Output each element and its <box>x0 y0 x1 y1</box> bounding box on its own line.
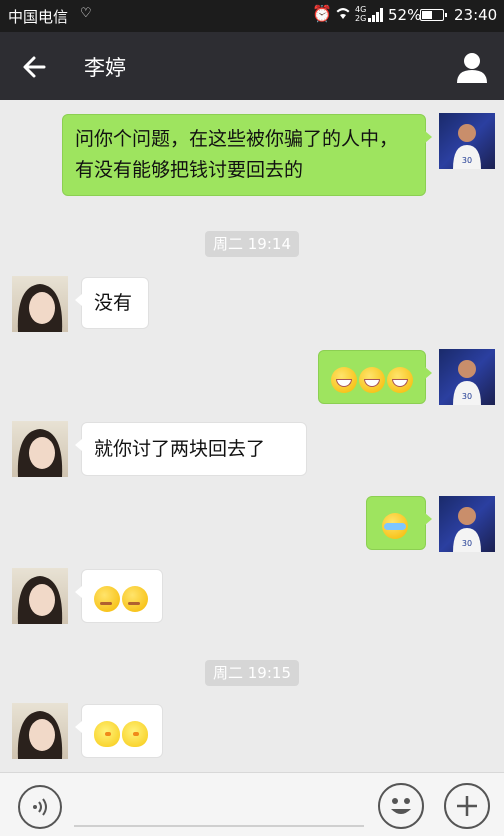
status-bar: 中国电信 ♡ ⏰ 4G 2G 52% 23:40 <box>0 0 504 32</box>
battery-percentage: 52% <box>388 6 422 24</box>
alarm-icon: ⏰ <box>312 4 332 23</box>
smug-emoji <box>94 585 120 612</box>
my-avatar[interactable]: 30 <box>439 496 495 552</box>
message-bubble[interactable] <box>366 496 432 550</box>
input-bar <box>0 772 504 836</box>
message-bubble[interactable] <box>75 704 163 758</box>
svg-text:30: 30 <box>462 156 472 165</box>
signal-icon <box>368 8 384 22</box>
back-arrow-icon[interactable] <box>18 50 52 84</box>
grin-emoji <box>387 366 413 393</box>
contact-avatar[interactable] <box>12 276 68 332</box>
chat-title: 李婷 <box>84 56 126 80</box>
chick-emoji <box>122 720 148 747</box>
message-timestamp: 周二 19:14 <box>205 231 299 257</box>
chat-header: 李婷 <box>0 32 504 100</box>
contact-avatar[interactable] <box>12 703 68 759</box>
smug-emoji <box>122 585 148 612</box>
grin-emoji <box>331 366 357 393</box>
contact-avatar[interactable] <box>12 568 68 624</box>
my-avatar[interactable]: 30 <box>439 113 495 169</box>
message-bubble[interactable] <box>318 350 432 404</box>
voice-icon[interactable] <box>18 785 62 829</box>
grin-emoji <box>359 366 385 393</box>
svg-text:30: 30 <box>462 539 472 548</box>
message-text: 就你讨了两块回去了 <box>94 438 266 460</box>
message-bubble[interactable] <box>75 569 163 623</box>
message-text: 没有 <box>94 292 133 314</box>
message-bubble[interactable]: 就你讨了两块回去了 <box>75 422 307 476</box>
network-type: 4G 2G <box>355 5 367 23</box>
wifi-icon <box>334 5 352 25</box>
battery-icon <box>420 9 447 21</box>
message-text: 问你个问题，在这些被你骗了的人中，有没有能够把钱讨要回去的 <box>75 128 399 181</box>
plus-icon[interactable] <box>444 783 490 829</box>
person-icon[interactable] <box>452 48 492 88</box>
my-avatar[interactable]: 30 <box>439 349 495 405</box>
chick-emoji <box>94 720 120 747</box>
message-bubble[interactable]: 没有 <box>75 277 149 329</box>
svg-text:30: 30 <box>462 392 472 401</box>
clock: 23:40 <box>454 6 498 24</box>
contact-avatar[interactable] <box>12 421 68 477</box>
carrier-name: 中国电信 <box>8 8 69 26</box>
emoji-icon[interactable] <box>378 783 424 829</box>
message-timestamp: 周二 19:15 <box>205 660 299 686</box>
heart-monitor-icon: ♡ <box>80 6 92 21</box>
message-input[interactable] <box>74 825 364 827</box>
message-bubble[interactable]: 问你个问题，在这些被你骗了的人中，有没有能够把钱讨要回去的 <box>62 114 432 196</box>
cry-emoji <box>382 512 408 539</box>
